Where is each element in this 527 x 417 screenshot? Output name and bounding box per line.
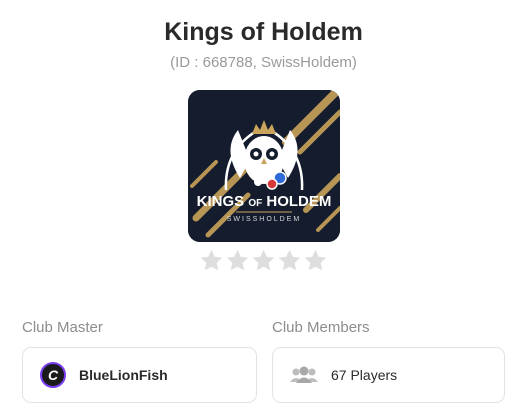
club-title: Kings of Holdem [164, 18, 363, 46]
star-icon[interactable] [303, 248, 328, 273]
star-icon[interactable] [251, 248, 276, 273]
logo-subline: SWISSHOLDEM [227, 216, 302, 223]
group-icon [289, 365, 319, 385]
logo-headline-mid: OF [248, 198, 262, 209]
club-master-card[interactable]: C BlueLionFish [22, 347, 257, 403]
star-icon[interactable] [199, 248, 224, 273]
club-members-label: Club Members [272, 319, 370, 336]
star-icon[interactable] [225, 248, 250, 273]
club-master-avatar-letter: C [47, 367, 59, 383]
rating-stars[interactable] [0, 248, 527, 273]
logo-headline-right: HOLDEM [262, 193, 331, 210]
star-icon[interactable] [277, 248, 302, 273]
club-master-avatar-icon: C [40, 362, 66, 388]
club-id-line: (ID : 668788, SwissHoldem) [170, 54, 357, 71]
club-members-card[interactable]: 67 Players [272, 347, 505, 403]
club-master-label: Club Master [22, 319, 103, 336]
logo-headline-left: KINGS [197, 193, 249, 210]
club-members-count: 67 Players [331, 367, 398, 383]
club-logo: KINGS OF HOLDEM SWISSHOLDEM [188, 90, 340, 242]
club-master-name: BlueLionFish [79, 367, 168, 383]
svg-text:KINGS OF HOLDEM: KINGS OF HOLDEM [197, 193, 332, 210]
